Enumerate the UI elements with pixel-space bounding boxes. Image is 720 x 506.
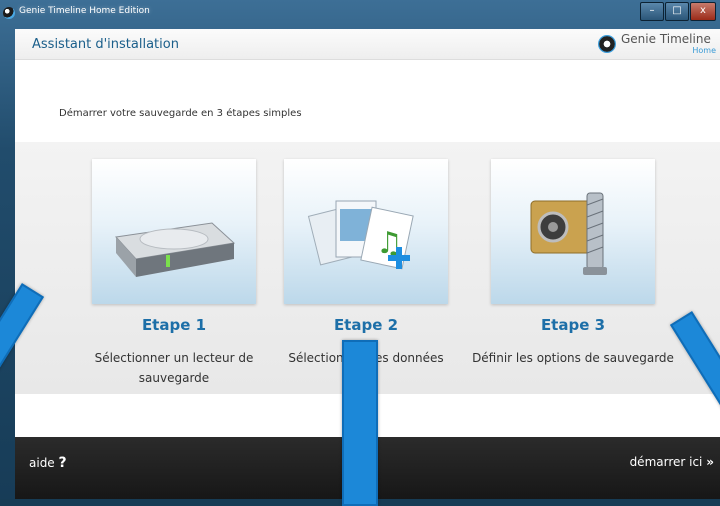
logo-name: Genie Timeline [621, 32, 711, 46]
title-bar[interactable]: Genie Timeline Home Edition – □ x [0, 0, 720, 28]
maximize-button[interactable]: □ [665, 2, 689, 21]
wizard-header: Assistant d'installation Genie Timeline … [15, 29, 720, 60]
help-label: aide [29, 456, 55, 470]
logo-icon [598, 35, 616, 53]
hard-drive-icon[interactable] [92, 159, 256, 304]
step-3[interactable]: Etape 3 Définir les options de sauvegard… [458, 142, 688, 394]
window-controls: – □ x [640, 2, 716, 21]
logo-edition: Home [692, 46, 716, 55]
application-window: Genie Timeline Home Edition – □ x Assist… [0, 0, 720, 506]
step-3-title[interactable]: Etape 3 [458, 316, 688, 334]
files-icon[interactable]: ♫ [284, 159, 448, 304]
help-link[interactable]: aide ? [29, 455, 67, 471]
minimize-button[interactable]: – [640, 2, 664, 21]
close-button[interactable]: x [690, 2, 716, 21]
start-label: démarrer ici [629, 455, 703, 469]
page-title: Assistant d'installation [32, 37, 179, 52]
double-chevron-right-icon: » [706, 455, 714, 469]
locked-archive-icon[interactable] [491, 159, 655, 304]
step-2-title[interactable]: Etape 2 [251, 316, 481, 334]
step-3-description: Définir les options de sauvegarde [472, 351, 674, 365]
start-link[interactable]: démarrer ici » [630, 455, 714, 469]
app-icon [3, 7, 15, 19]
brand-logo: Genie Timeline Home [598, 31, 718, 57]
window-title: Genie Timeline Home Edition [19, 6, 150, 16]
help-icon: ? [58, 455, 67, 471]
tutorial-arrow-center [342, 340, 378, 506]
wizard-subtitle: Démarrer votre sauvegarde en 3 étapes si… [59, 108, 302, 119]
